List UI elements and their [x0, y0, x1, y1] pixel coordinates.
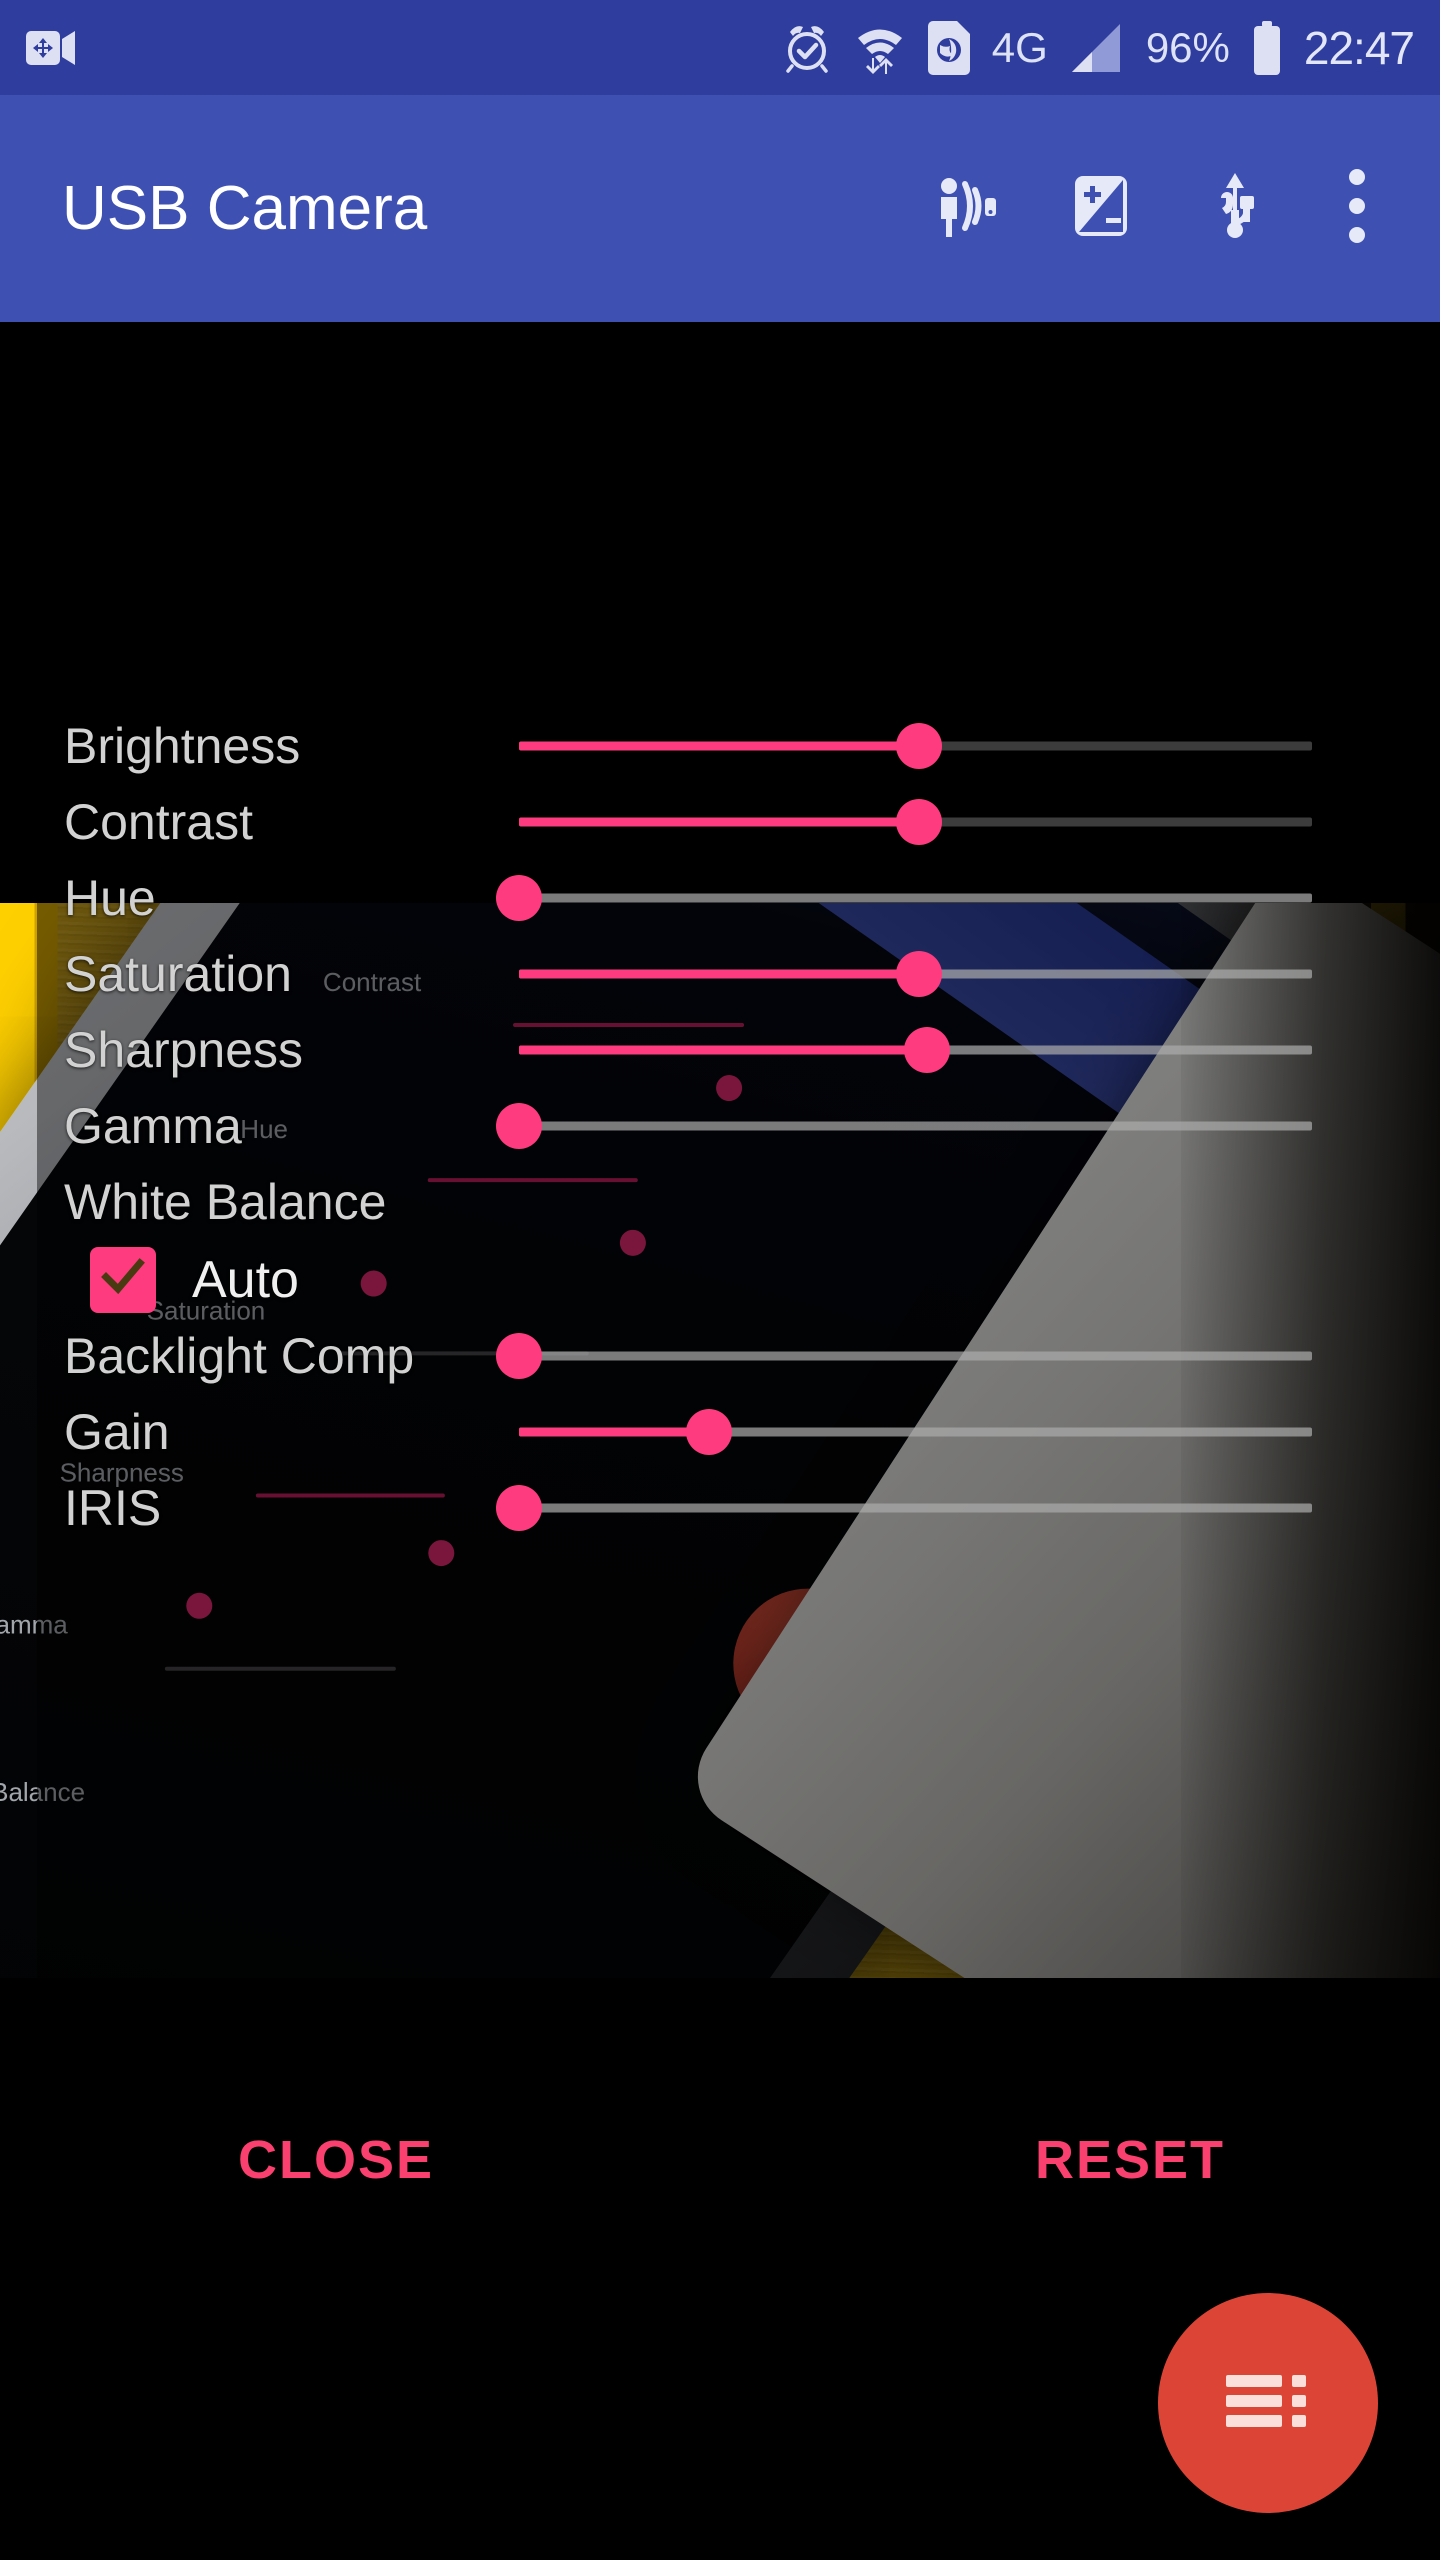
- slider-thumb[interactable]: [496, 1333, 542, 1379]
- alarm-icon: [782, 22, 832, 74]
- network-type-label: 4G: [991, 23, 1048, 71]
- app-screen: 4G 96% 22:47 USB Camera Contrast Hue Sat…: [0, 0, 1440, 2560]
- slider-gain[interactable]: [519, 1394, 1312, 1470]
- slider-fill: [519, 817, 920, 827]
- status-bar-right-icons: 4G 96% 22:47: [782, 20, 1440, 75]
- slider-row-iris[interactable]: IRIS: [0, 1470, 1440, 1546]
- slider-label-gain: Gain: [64, 1404, 170, 1460]
- slider-thumb[interactable]: [904, 1027, 951, 1073]
- slider-thumb[interactable]: [496, 1103, 542, 1149]
- slider-thumb[interactable]: [896, 723, 943, 769]
- exposure-compensation-button[interactable]: [1034, 142, 1168, 276]
- battery-icon: [1252, 20, 1282, 75]
- slider-row-hue[interactable]: Hue: [0, 860, 1440, 936]
- slider-row-gamma[interactable]: Gamma: [0, 1088, 1440, 1164]
- status-bar-clock: 22:47: [1303, 21, 1415, 74]
- usb-device-button[interactable]: [1168, 142, 1302, 276]
- slider-row-backlight-comp[interactable]: Backlight Comp: [0, 1318, 1440, 1394]
- close-button[interactable]: CLOSE: [238, 2100, 434, 2220]
- slider-fill: [519, 1427, 710, 1437]
- slider-track: [519, 893, 1312, 903]
- slider-thumb[interactable]: [896, 951, 943, 997]
- app-bar-actions: [900, 142, 1440, 276]
- slider-thumb[interactable]: [686, 1409, 733, 1455]
- slider-sharpness[interactable]: [519, 1012, 1312, 1088]
- mobile-signal-icon: [1070, 22, 1124, 74]
- slider-fill: [519, 741, 920, 751]
- slider-label-sharpness: Sharpness: [64, 1022, 304, 1078]
- screen-record-icon: [26, 29, 76, 67]
- slider-hue[interactable]: [496, 860, 1312, 936]
- overflow-menu-icon: [1346, 167, 1368, 250]
- exposure-compensation-icon: [1065, 170, 1137, 247]
- white-balance-auto-checkbox[interactable]: [90, 1247, 156, 1313]
- slider-thumb[interactable]: [496, 1485, 542, 1531]
- overflow-menu-button[interactable]: [1302, 142, 1412, 276]
- slider-row-sharpness[interactable]: Sharpness: [0, 1012, 1440, 1088]
- slider-label-hue: Hue: [64, 870, 156, 926]
- slider-label-contrast: Contrast: [64, 794, 253, 850]
- slider-track: [519, 1351, 1312, 1361]
- app-bar: USB Camera: [0, 95, 1440, 322]
- slider-row-contrast[interactable]: Contrast: [0, 784, 1440, 860]
- slider-track: [519, 1503, 1312, 1513]
- slider-label-gamma: Gamma: [64, 1098, 242, 1154]
- status-bar: 4G 96% 22:47: [0, 0, 1440, 95]
- slider-brightness[interactable]: [519, 708, 1312, 784]
- slider-row-saturation[interactable]: Saturation: [0, 936, 1440, 1012]
- slider-row-white-balance: White Balance: [0, 1164, 1440, 1240]
- slider-label-white-balance: White Balance: [64, 1174, 387, 1230]
- battery-percent-label: 96%: [1145, 23, 1230, 71]
- slider-track: [519, 1121, 1312, 1131]
- proximity-gesture-icon: [931, 170, 1003, 247]
- slider-thumb[interactable]: [896, 799, 943, 845]
- slider-contrast[interactable]: [519, 784, 1312, 860]
- status-bar-left-icons: [0, 29, 76, 67]
- checkmark-icon: [101, 1257, 145, 1303]
- slider-fill: [519, 1045, 928, 1055]
- slider-fill: [519, 969, 920, 979]
- slider-gamma[interactable]: [496, 1088, 1312, 1164]
- dialog-action-bar: CLOSE RESET: [0, 2100, 1440, 2220]
- slider-thumb[interactable]: [496, 875, 542, 921]
- list-menu-fab[interactable]: [1158, 2293, 1378, 2513]
- white-balance-auto-label: Auto: [192, 1251, 299, 1309]
- wifi-transfer-icon: [854, 22, 906, 74]
- slider-row-brightness[interactable]: Brightness: [0, 708, 1440, 784]
- slider-backlight-comp[interactable]: [496, 1318, 1312, 1394]
- sim-globe-icon: [927, 20, 970, 75]
- slider-iris[interactable]: [496, 1470, 1312, 1546]
- slider-row-gain[interactable]: Gain: [0, 1394, 1440, 1470]
- white-balance-auto-row[interactable]: Auto: [0, 1235, 1440, 1325]
- usb-icon: [1199, 170, 1271, 247]
- slider-label-iris: IRIS: [64, 1480, 162, 1536]
- proximity-gesture-button[interactable]: [900, 142, 1034, 276]
- settings-dialog: Brightness Contrast Hue Saturation Sharp…: [0, 640, 1440, 1980]
- list-icon: [1220, 2365, 1316, 2442]
- slider-saturation[interactable]: [519, 936, 1312, 1012]
- slider-label-saturation: Saturation: [64, 946, 292, 1002]
- page-title: USB Camera: [62, 173, 428, 243]
- reset-button[interactable]: RESET: [1035, 2100, 1225, 2220]
- slider-label-brightness: Brightness: [64, 718, 301, 774]
- slider-label-backlight-comp: Backlight Comp: [64, 1328, 415, 1384]
